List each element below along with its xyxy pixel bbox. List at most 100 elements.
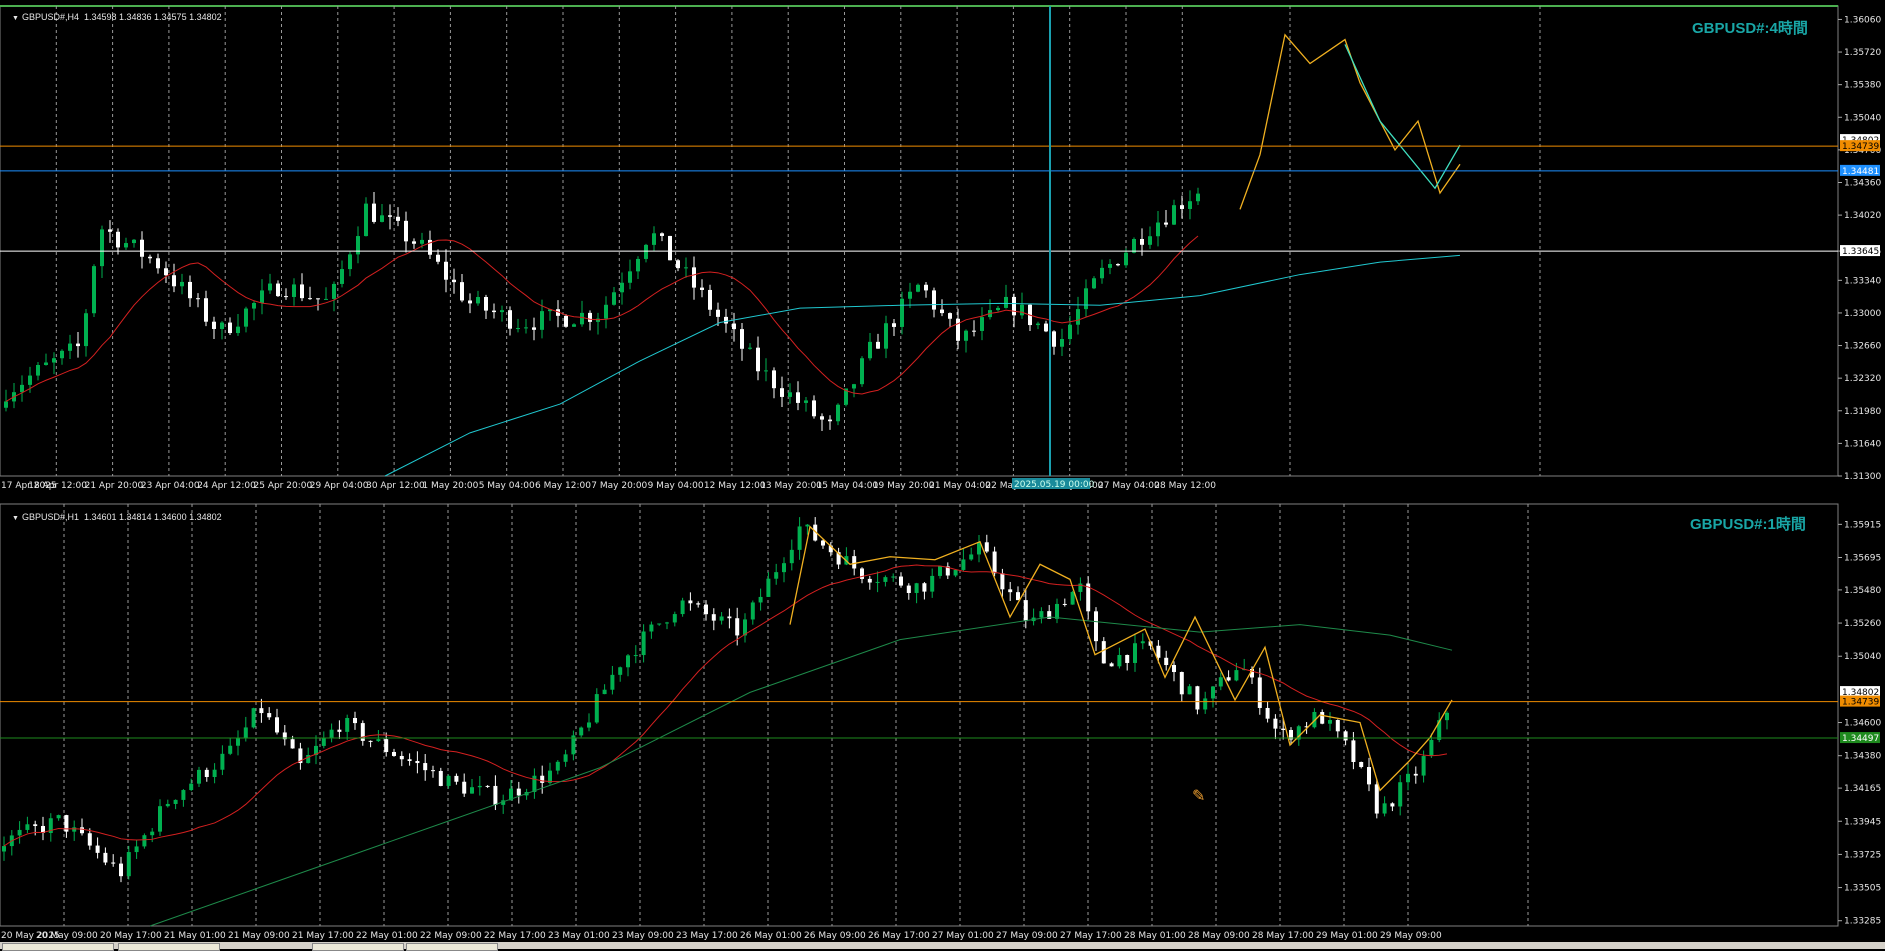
candle-body: [572, 324, 576, 327]
time-axis-label: 27 May 17:00: [1060, 931, 1122, 941]
collapse-triangle-icon[interactable]: ▼: [12, 15, 19, 22]
candle-body: [220, 753, 225, 770]
candle-body: [626, 655, 630, 668]
candle-body: [1164, 222, 1168, 225]
crosshair-time-label: 2025.05.19 00:00: [1014, 480, 1095, 490]
candle-body: [602, 689, 607, 695]
candle-body: [540, 311, 544, 330]
time-axis-label: 21 May 17:00: [292, 931, 354, 941]
candle-body: [438, 770, 443, 786]
candle-body: [836, 404, 840, 422]
candle-body: [1164, 657, 1169, 666]
candle-body: [1055, 603, 1059, 619]
candle-body: [980, 317, 984, 331]
candle-body: [1172, 205, 1176, 225]
plot-frame: [0, 503, 1839, 927]
candle-body: [932, 290, 936, 310]
candle-body: [470, 787, 474, 794]
candle-body: [25, 824, 30, 830]
candle-body: [1092, 278, 1096, 289]
candle-body: [140, 239, 144, 257]
candle-body: [1039, 611, 1044, 618]
candle-body: [1016, 592, 1020, 601]
h1-chart-pane[interactable]: 20 May 2025 20 May 09:00 20 May 17:00 21 Ma…: [0, 500, 1885, 942]
candle-body: [462, 781, 467, 794]
price-axis-label: 1.31980: [1844, 407, 1881, 417]
h4-header-text: GBPUSD#,H4 1.34598 1.34836 1.34575 1.348…: [21, 12, 222, 22]
time-axis-label: 21 May 09:00: [228, 931, 290, 941]
chart-tab-4[interactable]: [406, 943, 498, 951]
time-axis-label: 22 May 09:00: [420, 931, 482, 941]
candle-body: [337, 729, 342, 732]
candle-body: [1328, 720, 1332, 724]
pencil-cursor-icon: ✎: [1192, 788, 1206, 805]
time-axis-label: 23 May 09:00: [612, 931, 674, 941]
price-tag-label: 1.34739: [1842, 698, 1879, 708]
candle-body: [1320, 712, 1325, 724]
candle-body: [60, 350, 64, 359]
time-axis-label: 25 Apr 20:00: [254, 481, 313, 490]
candle-body: [52, 358, 56, 363]
chart-tab-3[interactable]: [312, 943, 404, 951]
moving-average-fast: [3, 564, 1448, 847]
candle-body: [420, 239, 424, 244]
candle-body: [649, 624, 654, 632]
candle-body: [399, 755, 404, 760]
price-axis-label: 1.34020: [1844, 211, 1881, 221]
chart-tab-1[interactable]: [2, 943, 114, 951]
price-axis-label: 1.31300: [1844, 472, 1881, 482]
candle-body: [1052, 331, 1056, 347]
candle-body: [324, 298, 328, 300]
chart-tab-bar: [0, 942, 1885, 949]
candle-body: [220, 322, 224, 329]
candle-body: [620, 282, 624, 293]
candle-body: [652, 233, 656, 245]
candle-body: [329, 729, 334, 738]
candle-body: [1398, 782, 1403, 807]
candle-body: [1234, 670, 1239, 681]
candle-body: [1343, 731, 1348, 741]
candle-body: [580, 312, 584, 325]
candle-body: [44, 362, 48, 366]
candle-body: [696, 603, 701, 605]
candle-body: [719, 616, 724, 621]
collapse-triangle-icon[interactable]: ▼: [12, 515, 19, 522]
h4-chart-pane[interactable]: 17 Apr 2025 18 Apr 12:00 21 Apr 20:00 23 Ap…: [0, 0, 1885, 490]
candle-body: [308, 298, 312, 300]
chart-tab-2[interactable]: [118, 943, 220, 951]
candle-body: [1359, 761, 1364, 768]
time-axis-label: 27 May 09:00: [996, 931, 1058, 941]
candle-body: [156, 258, 160, 269]
time-axis-label: 27 May 01:00: [932, 931, 994, 941]
candle-body: [290, 739, 295, 749]
h1-chart-canvas[interactable]: 20 May 202520 May 09:00 20 May 17:00 21 Ma…: [0, 500, 1885, 942]
candle-body: [876, 341, 880, 349]
price-axis-label: 1.33000: [1844, 309, 1881, 319]
candle-body: [828, 419, 832, 422]
candle-body: [508, 310, 512, 329]
candle-body: [100, 229, 104, 267]
candle-body: [431, 770, 435, 772]
candle-body: [868, 341, 872, 359]
h4-chart-canvas[interactable]: 17 Apr 202518 Apr 12:0021 Apr 20:0023 Ap…: [0, 0, 1885, 490]
candle-body: [4, 401, 8, 408]
candle-body: [33, 824, 38, 827]
candle-body: [316, 298, 320, 300]
candle-body: [492, 310, 496, 313]
candle-body: [1101, 641, 1106, 664]
time-axis-label: 22 May 17:00: [484, 931, 546, 941]
time-axis-label: 20 May 09:00: [36, 931, 98, 941]
candle-body: [1179, 672, 1184, 695]
candle-body: [388, 215, 392, 217]
candle-body: [996, 307, 1000, 311]
candle-body: [964, 330, 968, 341]
candle-body: [992, 551, 997, 574]
candle-body: [780, 388, 784, 397]
time-axis-label: 23 Apr 04:00: [141, 481, 200, 490]
candle-body: [1124, 252, 1128, 266]
candle-body: [243, 727, 248, 739]
candle-body: [380, 215, 384, 222]
price-axis-label: 1.32320: [1844, 374, 1881, 384]
candle-body: [368, 740, 373, 742]
candle-body: [1226, 677, 1231, 681]
